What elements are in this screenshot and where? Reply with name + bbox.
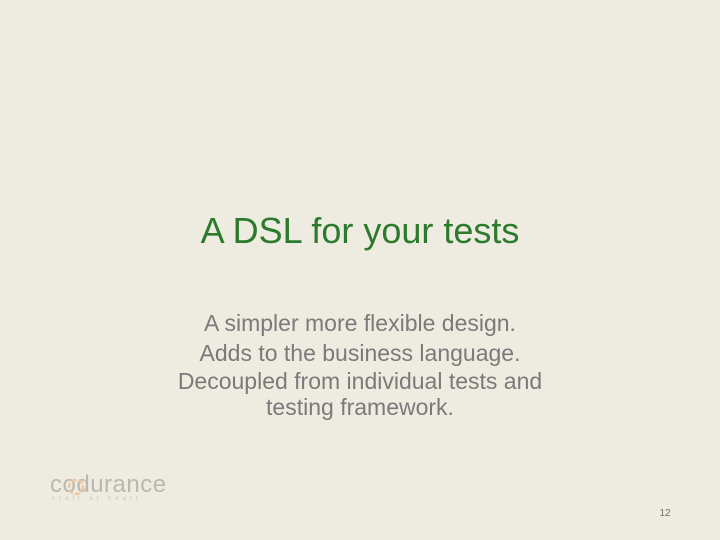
body-line: A simpler more flexible design.	[204, 310, 516, 336]
slide: A DSL for your tests A simpler more flex…	[0, 0, 720, 540]
codurance-logo: codurance craft at heart	[50, 472, 200, 503]
logo-tagline: craft at heart	[52, 496, 142, 502]
slide-title: A DSL for your tests	[200, 210, 520, 251]
page-number: 12	[659, 508, 671, 519]
body-line: Decoupled from individual tests and	[177, 368, 543, 394]
slide-body: A simpler more flexible design. Adds to …	[60, 308, 660, 420]
body-line: Adds to the business language.	[199, 340, 521, 366]
logo-mark-icon	[67, 478, 85, 496]
body-line: testing framework.	[266, 394, 454, 420]
